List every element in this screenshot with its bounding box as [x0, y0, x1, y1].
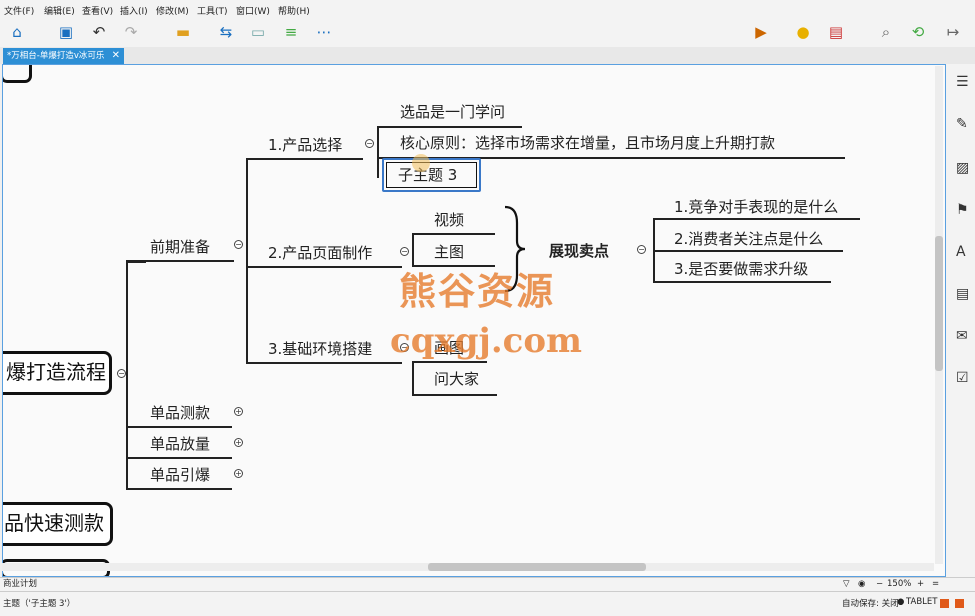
summary-item-consumer-focus[interactable]: 2.消费者关注点是什么 [674, 228, 823, 249]
horizontal-scrollbar[interactable] [2, 563, 934, 571]
right-panel-bar: ☰ ✎ ▨ ⚑ A ▤ ✉ ☑ [946, 64, 975, 577]
summary-item-upgrade[interactable]: 3.是否要做需求升级 [674, 258, 808, 279]
menu-tools[interactable]: 工具(T) [197, 4, 228, 17]
watermark-url: cqxgj.com [390, 321, 583, 361]
style-icon[interactable]: ✎ [956, 116, 968, 132]
home-icon[interactable]: ⌂ [6, 21, 28, 43]
more-icon[interactable]: ⋯ [313, 21, 335, 43]
format-icon[interactable]: A [956, 244, 966, 260]
redo-icon[interactable]: ↷ [120, 21, 142, 43]
branch-test[interactable]: 单品测款 [150, 402, 210, 423]
save-icon[interactable]: ▣ [55, 21, 77, 43]
fullscreen-icon[interactable] [955, 599, 964, 608]
menu-edit[interactable]: 编辑(E) [44, 4, 75, 17]
expand-scale-icon[interactable]: + [234, 438, 243, 447]
menu-insert[interactable]: 插入(I) [120, 4, 148, 17]
collapse-sub1-icon[interactable]: − [365, 139, 374, 148]
vertical-scroll-thumb[interactable] [935, 236, 943, 371]
status-device[interactable]: TABLET [906, 597, 937, 607]
tab-bar: *万相台-单爆打造v冰可乐 ✕ [0, 47, 975, 64]
menu-view[interactable]: 查看(V) [82, 4, 113, 17]
item-video[interactable]: 视频 [434, 209, 464, 230]
relationship-icon[interactable]: ⇆ [215, 21, 237, 43]
status-device-icon: ● [897, 597, 905, 607]
summary-icon[interactable]: ≡ [280, 21, 302, 43]
undo-icon[interactable]: ↶ [88, 21, 110, 43]
zoom-level: 150% [887, 579, 912, 589]
filter-icon[interactable]: ▽ [843, 578, 850, 591]
search-icon[interactable]: ⌕ [875, 21, 897, 43]
presentation-icon[interactable]: ▶ [750, 21, 772, 43]
sub-environment-setup[interactable]: 3.基础环境搭建 [268, 338, 372, 359]
expand-test-icon[interactable]: + [234, 407, 243, 416]
outline-icon[interactable]: ☰ [956, 74, 969, 90]
vertical-scrollbar[interactable] [935, 66, 943, 564]
comment-icon[interactable]: ✉ [956, 328, 968, 344]
fit-icon[interactable]: = [932, 578, 939, 591]
summary-item-competitors[interactable]: 1.竞争对手表现的是什么 [674, 196, 838, 217]
item-main-image[interactable]: 主图 [434, 241, 464, 262]
sub-page-design[interactable]: 2.产品页面制作 [268, 242, 372, 263]
bottom-topic[interactable]: 品快速测款 [3, 502, 113, 546]
zoom-in-button[interactable]: + [917, 578, 924, 591]
status-selection: 主题（'子主题 3'） [3, 599, 76, 609]
share-icon[interactable]: ⟲ [907, 21, 929, 43]
menu-file[interactable]: 文件(F) [4, 4, 34, 17]
central-topic[interactable]: 爆打造流程 [3, 351, 112, 395]
tab-label: *万相台-单爆打造v冰可乐 [7, 51, 105, 61]
tab-document[interactable]: *万相台-单爆打造v冰可乐 ✕ [3, 48, 124, 64]
image-icon[interactable]: ▨ [956, 160, 969, 176]
task-icon[interactable]: ☑ [956, 370, 969, 386]
boundary-icon[interactable]: ▭ [247, 21, 269, 43]
sub-product-selection[interactable]: 1.产品选择 [268, 134, 342, 155]
menu-bar: 文件(F) 编辑(E) 查看(V) 插入(I) 修改(M) 工具(T) 窗口(W… [0, 0, 975, 17]
item-ask-everyone[interactable]: 问大家 [434, 368, 479, 389]
summary-selling-points[interactable]: 展现卖点 [549, 240, 609, 261]
status-bar: 主题（'子主题 3'） 自动保存: 关闭 ● TABLET [0, 591, 975, 616]
collapse-summary-icon[interactable]: − [637, 245, 646, 254]
watermark-title: 熊谷资源 [399, 269, 555, 313]
toolbar: ⌂ ▣ ↶ ↷ ▬ ⇆ ▭ ≡ ⋯ ▶ ● ▤ ⌕ ⟲ ↦ [0, 17, 975, 48]
gantt-icon[interactable]: ▤ [825, 21, 847, 43]
menu-window[interactable]: 窗口(W) [236, 4, 270, 17]
item-selection-learning[interactable]: 选品是一门学问 [400, 101, 505, 122]
status-autosave[interactable]: 自动保存: 关闭 [842, 597, 899, 609]
selected-topic[interactable]: 子主题 3 [382, 154, 481, 192]
theme-icon[interactable] [940, 599, 949, 608]
close-icon[interactable]: ✕ [112, 48, 120, 64]
format-painter-icon[interactable]: ▬ [172, 21, 194, 43]
menu-modify[interactable]: 修改(M) [156, 4, 189, 17]
collapse-preparation-icon[interactable]: − [234, 240, 243, 249]
marker-icon[interactable]: ⚑ [956, 202, 969, 218]
item-core-principle[interactable]: 核心原则：选择市场需求在增量，且市场月度上升期打款 [400, 132, 775, 153]
zoom-out-button[interactable]: − [876, 578, 883, 591]
lightbulb-icon[interactable]: ● [792, 21, 814, 43]
partial-topic-box[interactable] [3, 65, 32, 83]
collapse-sub2-icon[interactable]: − [400, 247, 409, 256]
branch-preparation[interactable]: 前期准备 [150, 236, 210, 257]
menu-help[interactable]: 帮助(H) [278, 4, 310, 17]
eye-icon[interactable]: ◉ [858, 578, 865, 591]
collapse-central-icon[interactable]: − [117, 369, 126, 378]
sheet-tab[interactable]: 商业计划 [3, 578, 37, 591]
cursor-highlight [412, 154, 430, 172]
notes-icon[interactable]: ▤ [956, 286, 969, 302]
branch-boost[interactable]: 单品引爆 [150, 464, 210, 485]
export-icon[interactable]: ↦ [942, 21, 964, 43]
sheet-bar: 商业计划 ▽ ◉ − 150% + = [0, 577, 975, 591]
horizontal-scroll-thumb[interactable] [428, 563, 646, 571]
branch-scale[interactable]: 单品放量 [150, 433, 210, 454]
mindmap-canvas[interactable]: 爆打造流程 − 品快速测款 前期准备 − 单品测款 + 单品放量 + 单品引爆 … [2, 64, 946, 577]
expand-boost-icon[interactable]: + [234, 469, 243, 478]
